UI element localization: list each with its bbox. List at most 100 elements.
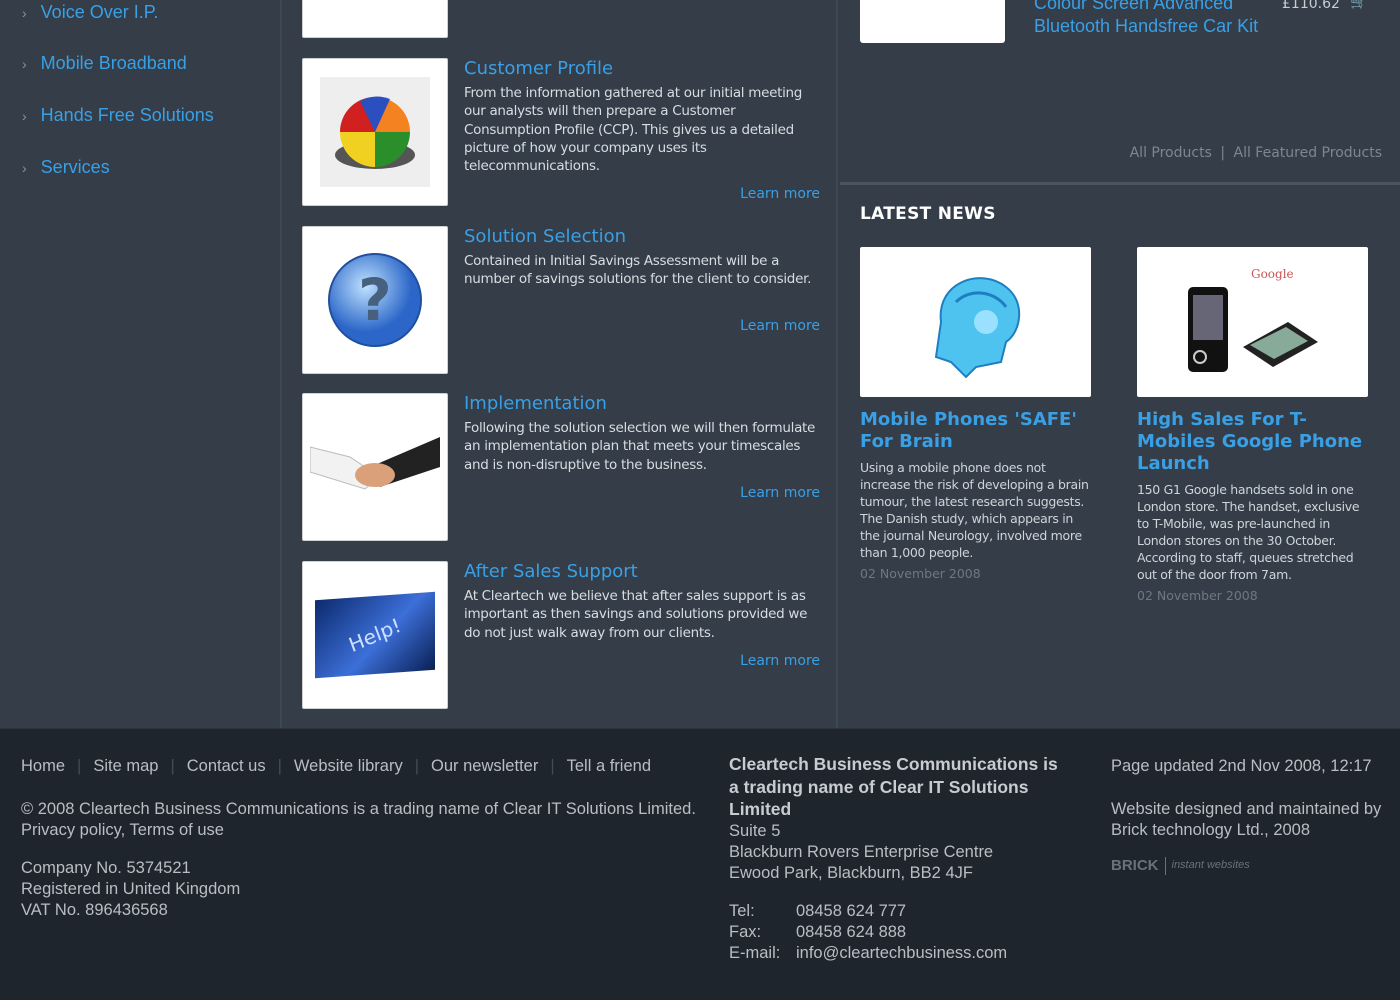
sidebar-item-label: Mobile Broadband: [40, 53, 187, 73]
service-customer-profile: Customer Profile From the information ga…: [302, 58, 822, 208]
email-link[interactable]: info@cleartechbusiness.com: [796, 943, 1007, 964]
news-title[interactable]: High Sales For T-Mobiles Google Phone La…: [1137, 409, 1369, 475]
pie-chart-icon: [302, 58, 448, 206]
news-item: Mobile Phones 'SAFE' For Brain Using a m…: [860, 247, 1092, 581]
product-title-line: Bluetooth Handsfree Car Kit: [1034, 16, 1259, 36]
address-line: Ewood Park, Blackburn, BB2 4JF: [729, 863, 973, 882]
product-price: £110.62: [1282, 0, 1340, 12]
brick-logo-sub: instant websites: [1171, 859, 1250, 871]
label: Tel:: [729, 901, 755, 920]
right-column: Colour Screen Advanced Bluetooth Handsfre…: [840, 0, 1400, 728]
separator: |: [550, 757, 555, 775]
learn-more-link[interactable]: Learn more: [740, 318, 820, 334]
news-item: Google High Sales For T-Mobiles Google P…: [1137, 247, 1369, 603]
footer: Home | Site map | Contact us | Website libr…: [0, 728, 1400, 1000]
footer-link-newsletter[interactable]: Our newsletter: [431, 756, 538, 777]
label: Fax:: [729, 922, 762, 941]
service-title[interactable]: Customer Profile: [464, 58, 613, 79]
vat-number: VAT No. 896436568: [21, 901, 168, 919]
handshake-icon: [302, 393, 448, 541]
chevron-right-icon: ›: [22, 107, 27, 124]
address-line: Blackburn Rovers Enterprise Centre: [729, 842, 994, 861]
all-featured-products-link[interactable]: All Featured Products: [1234, 145, 1383, 161]
all-products-link[interactable]: All Products: [1130, 145, 1212, 161]
sidebar-item-label: Hands Free Solutions: [40, 105, 214, 125]
service-thumbnail-partial: [302, 0, 448, 38]
registered: Registered in United Kingdom: [21, 880, 241, 898]
divider: [840, 182, 1400, 185]
designed-by: Website designed and maintained by Brick…: [1111, 800, 1382, 839]
services-column: Customer Profile From the information ga…: [284, 0, 838, 728]
news-summary: 150 G1 Google handsets sold in one Londo…: [1137, 482, 1360, 582]
address-line: Suite 5: [729, 821, 781, 840]
sidebar-item-services[interactable]: › Services: [22, 157, 110, 178]
svg-text:?: ?: [358, 266, 392, 334]
separator: |: [277, 757, 282, 775]
learn-more-link[interactable]: Learn more: [740, 186, 820, 202]
service-after-sales: Help! After Sales Support At Cleartech w…: [302, 561, 822, 711]
tel-value: 08458 624 777: [796, 901, 907, 920]
product-thumbnail[interactable]: [860, 0, 1005, 43]
company-number: Company No. 5374521: [21, 859, 191, 877]
label: E-mail:: [729, 943, 781, 962]
service-description: Following the solution selection we will…: [464, 420, 816, 473]
product-links: All Products | All Featured Products: [1130, 145, 1382, 161]
brick-logo[interactable]: BRICK instant websites: [1111, 855, 1400, 876]
privacy-terms-link[interactable]: Privacy policy, Terms of use: [21, 820, 701, 841]
separator: |: [1220, 145, 1226, 161]
separator: |: [170, 757, 175, 775]
divider: [1164, 856, 1166, 875]
product-title-line: Colour Screen Advanced: [1034, 0, 1234, 13]
google-logo: Google: [1251, 267, 1294, 281]
news-date: 02 November 2008: [1137, 588, 1258, 603]
page-updated: Page updated 2nd Nov 2008, 12:17: [1111, 757, 1372, 775]
footer-link-site-map[interactable]: Site map: [93, 756, 158, 777]
fax-row: Fax: 08458 624 888: [729, 922, 1069, 943]
chevron-right-icon: ›: [22, 159, 27, 176]
chevron-right-icon: ›: [22, 4, 27, 21]
sidebar: › Voice Over I.P. › Mobile Broadband › Hand…: [0, 0, 282, 728]
google-phone-icon[interactable]: Google: [1137, 247, 1368, 397]
news-summary: Using a mobile phone does not increase t…: [860, 460, 1089, 560]
help-key-icon: Help!: [302, 561, 448, 709]
footer-link-website-library[interactable]: Website library: [294, 756, 403, 777]
copyright: © 2008 Cleartech Business Communications…: [21, 800, 696, 818]
footer-credits: Page updated 2nd Nov 2008, 12:17 Website…: [1111, 756, 1400, 876]
learn-more-link[interactable]: Learn more: [740, 485, 820, 501]
email-row: E-mail: info@cleartechbusiness.com: [729, 943, 1069, 964]
footer-link-tell-a-friend[interactable]: Tell a friend: [567, 756, 651, 777]
service-implementation: Implementation Following the solution se…: [302, 393, 822, 543]
news-date: 02 November 2008: [860, 566, 981, 581]
service-solution-selection: ? Solution Selection Contained in Initia…: [302, 226, 822, 376]
service-description: Contained in Initial Savings Assessment …: [464, 253, 812, 288]
footer-link-home[interactable]: Home: [21, 756, 65, 777]
separator: |: [77, 757, 82, 775]
latest-news-heading: LATEST NEWS: [860, 204, 996, 224]
product-title[interactable]: Colour Screen Advanced Bluetooth Handsfre…: [1034, 0, 1258, 38]
question-mark-icon: ?: [302, 226, 448, 374]
sidebar-item-label: Services: [40, 157, 110, 177]
service-description: At Cleartech we believe that after sales…: [464, 588, 808, 641]
service-description: From the information gathered at our ini…: [464, 85, 803, 175]
service-title[interactable]: After Sales Support: [464, 561, 638, 582]
sidebar-item-label: Voice Over I.P.: [40, 2, 159, 22]
footer-link-contact[interactable]: Contact us: [187, 756, 266, 777]
tel-row: Tel: 08458 624 777: [729, 901, 1069, 922]
fax-value: 08458 624 888: [796, 922, 907, 941]
sidebar-item-mobile-broadband[interactable]: › Mobile Broadband: [22, 53, 187, 74]
news-title[interactable]: Mobile Phones 'SAFE' For Brain: [860, 409, 1092, 453]
service-title[interactable]: Implementation: [464, 393, 607, 414]
cart-icon[interactable]: 🛒: [1350, 0, 1367, 10]
separator: |: [414, 757, 420, 775]
chevron-right-icon: ›: [22, 55, 27, 72]
footer-legal: © 2008 Cleartech Business Communications…: [21, 799, 701, 921]
sidebar-item-hands-free[interactable]: › Hands Free Solutions: [22, 105, 214, 126]
help-key-text: Help!: [345, 613, 405, 657]
sidebar-item-voip[interactable]: › Voice Over I.P.: [22, 2, 158, 23]
brain-scan-icon[interactable]: [860, 247, 1091, 397]
company-name: Cleartech Business Communications is a t…: [729, 754, 1058, 819]
footer-contact: Cleartech Business Communications is a t…: [729, 753, 1069, 964]
learn-more-link[interactable]: Learn more: [740, 653, 820, 669]
footer-nav: Home | Site map | Contact us | Website libr…: [21, 756, 651, 777]
service-title[interactable]: Solution Selection: [464, 226, 626, 247]
